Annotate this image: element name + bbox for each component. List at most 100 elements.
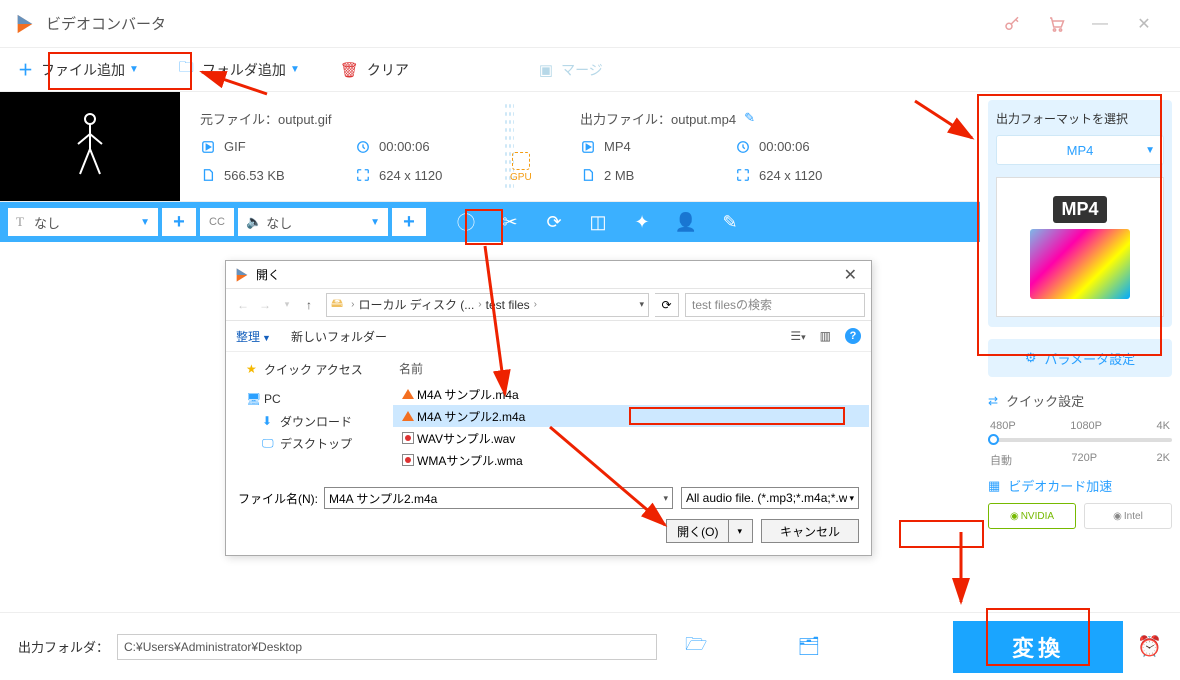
close-button[interactable]: ✕ bbox=[1122, 4, 1166, 44]
sidebar-item-quick-access[interactable]: ★クイック アクセス bbox=[232, 358, 385, 380]
new-folder-button[interactable]: 新しいフォルダー bbox=[291, 328, 387, 345]
history-chevron-icon[interactable]: ▾ bbox=[276, 299, 298, 310]
gpu-badge: GPU bbox=[510, 152, 532, 183]
slider-knob[interactable] bbox=[988, 434, 999, 445]
gpu-title: ▦ビデオカード加速 bbox=[988, 476, 1172, 495]
sidebar-item-desktop[interactable]: 🖵デスクトップ bbox=[232, 432, 385, 454]
rotate-icon[interactable]: ⟳ bbox=[532, 202, 576, 242]
vlc-icon bbox=[399, 389, 417, 399]
cc-button[interactable]: CC bbox=[200, 208, 234, 236]
toolbar: ＋ ファイル追加 ▼ 🗀 フォルダ追加 ▼ 🗑 クリア ▣ マージ bbox=[0, 48, 1180, 92]
clear-label: クリア bbox=[367, 60, 409, 80]
back-icon[interactable]: ← bbox=[232, 298, 254, 312]
clock-icon bbox=[355, 140, 371, 154]
format-select[interactable]: MP4▼ bbox=[996, 135, 1164, 165]
crop-icon[interactable]: ◫ bbox=[576, 202, 620, 242]
cut-icon[interactable]: ✂ bbox=[488, 202, 532, 242]
sidebar-item-pc[interactable]: 🖥PC bbox=[232, 388, 385, 410]
file-type-filter[interactable]: All audio file. (*.mp3;*.m4a;*.wa▾ bbox=[681, 487, 859, 509]
text-icon: T bbox=[16, 214, 34, 230]
nvidia-button[interactable]: ◉NVIDIA bbox=[988, 503, 1076, 529]
audio-icon bbox=[399, 454, 417, 466]
open-file-dialog: 開く ✕ ← → ▾ ↑ 🖴 › ローカル ディスク (... › test f… bbox=[225, 260, 872, 556]
slider-labels-bottom: 自動720P2K bbox=[988, 452, 1172, 468]
help-icon[interactable]: ? bbox=[845, 328, 861, 344]
column-header-name[interactable]: 名前 bbox=[393, 358, 869, 383]
dialog-titlebar: 開く ✕ bbox=[226, 261, 871, 288]
resolution-slider[interactable] bbox=[988, 438, 1172, 442]
breadcrumb-part[interactable]: test files bbox=[486, 298, 530, 312]
dialog-tools: 整理▼ 新しいフォルダー ☰▾ ▥ ? bbox=[226, 321, 871, 352]
info-icon[interactable]: ⓘ bbox=[444, 202, 488, 242]
output-format: MP4 bbox=[604, 139, 631, 154]
add-audio-button[interactable]: + bbox=[392, 208, 426, 236]
chevron-down-icon[interactable]: ▾ bbox=[728, 520, 742, 542]
audio-select[interactable]: 🔈なし▼ bbox=[238, 208, 388, 236]
add-folder-button[interactable]: 🗀 フォルダ追加 ▼ bbox=[179, 57, 300, 82]
file-row[interactable]: M4A サンプル.m4a bbox=[393, 383, 869, 405]
video-thumbnail[interactable] bbox=[0, 92, 180, 201]
add-file-button[interactable]: ＋ ファイル追加 ▼ bbox=[18, 59, 139, 80]
desktop-icon: 🖵 bbox=[262, 436, 280, 451]
breadcrumb-part[interactable]: ローカル ディスク (... bbox=[358, 296, 474, 313]
license-key-icon[interactable] bbox=[990, 4, 1034, 44]
source-file-label: 元ファイル：output.gif bbox=[200, 109, 332, 128]
dialog-sidebar: ★クイック アクセス 🖥PC ⬇ダウンロード 🖵デスクトップ bbox=[226, 352, 391, 477]
chip-icon: ▦ bbox=[988, 478, 1000, 494]
filename-input[interactable]: M4A サンプル2.m4a▾ bbox=[324, 487, 673, 509]
edit-icon[interactable]: ✎ bbox=[708, 202, 752, 242]
file-row[interactable]: WMAサンプル.wma bbox=[393, 449, 869, 471]
add-subtitle-button[interactable]: + bbox=[162, 208, 196, 236]
chevron-down-icon[interactable]: ▾ bbox=[847, 493, 854, 504]
forward-icon[interactable]: → bbox=[254, 298, 276, 312]
open-folder-icon[interactable]: 🗁 bbox=[685, 632, 707, 662]
preview-pane-icon[interactable]: ▥ bbox=[820, 329, 831, 343]
chevron-down-icon: ▼ bbox=[370, 217, 380, 228]
file-row-selected[interactable]: M4A サンプル2.m4a bbox=[393, 405, 869, 427]
clear-button[interactable]: 🗑 クリア bbox=[340, 60, 409, 80]
file-icon bbox=[580, 168, 596, 182]
refresh-icon[interactable]: ⟳ bbox=[655, 293, 679, 317]
output-folder-label: 出力フォルダ： bbox=[18, 637, 109, 656]
format-thumbnail[interactable]: MP4 bbox=[996, 177, 1164, 317]
chevron-down-icon: ▼ bbox=[140, 217, 150, 228]
open-button[interactable]: 開く(O)▾ bbox=[666, 519, 753, 543]
effects-icon[interactable]: ✦ bbox=[620, 202, 664, 242]
resolution-icon bbox=[735, 168, 751, 182]
subtitle-select[interactable]: Tなし▼ bbox=[8, 208, 158, 236]
quick-settings: ⇄クイック設定 480P1080P4K 自動720P2K bbox=[988, 391, 1172, 468]
chevron-down-icon: ▼ bbox=[290, 64, 300, 75]
file-row[interactable]: WAVサンプル.wav bbox=[393, 427, 869, 449]
audio-icon bbox=[399, 432, 417, 444]
file-list: 名前 M4A サンプル.m4a M4A サンプル2.m4a WAVサンプル.wa… bbox=[391, 352, 871, 477]
gpu-accel: ▦ビデオカード加速 ◉NVIDIA ◉Intel bbox=[988, 476, 1172, 529]
output-size: 2 MB bbox=[604, 168, 634, 183]
file-icon bbox=[200, 168, 216, 182]
parameter-settings-button[interactable]: ⚙パラメータ設定 bbox=[988, 339, 1172, 377]
intel-button[interactable]: ◉Intel bbox=[1084, 503, 1172, 529]
film-strip-icon bbox=[1030, 229, 1130, 299]
edit-pen-icon[interactable]: ✎ bbox=[744, 110, 755, 126]
cart-icon[interactable] bbox=[1034, 4, 1078, 44]
view-icon[interactable]: ☰▾ bbox=[790, 329, 805, 343]
organize-menu[interactable]: 整理▼ bbox=[236, 328, 271, 345]
breadcrumb[interactable]: 🖴 › ローカル ディスク (... › test files › ▾ bbox=[326, 293, 649, 317]
cancel-button[interactable]: キャンセル bbox=[761, 519, 859, 543]
minimize-button[interactable]: — bbox=[1078, 4, 1122, 44]
source-size: 566.53 KB bbox=[224, 168, 285, 183]
output-folder-path[interactable]: C:¥Users¥Administrator¥Desktop bbox=[117, 634, 657, 660]
watermark-icon[interactable]: 👤 bbox=[664, 202, 708, 242]
add-file-label: ファイル追加 bbox=[41, 60, 125, 80]
alarm-icon[interactable]: ⏰ bbox=[1137, 634, 1162, 659]
convert-button[interactable]: 変換 bbox=[953, 621, 1123, 673]
up-icon[interactable]: ↑ bbox=[298, 298, 320, 312]
annotation-box bbox=[899, 520, 984, 548]
download-icon: ⬇ bbox=[262, 414, 280, 428]
chevron-down-icon[interactable]: ▾ bbox=[663, 493, 668, 504]
search-input[interactable]: test filesの検索 bbox=[685, 293, 865, 317]
sidebar-item-downloads[interactable]: ⬇ダウンロード bbox=[232, 410, 385, 432]
browse-folder-icon[interactable]: 🗂 bbox=[797, 636, 820, 657]
clock-icon bbox=[735, 140, 751, 154]
dialog-close-icon[interactable]: ✕ bbox=[838, 265, 863, 285]
resolution-icon bbox=[355, 168, 371, 182]
